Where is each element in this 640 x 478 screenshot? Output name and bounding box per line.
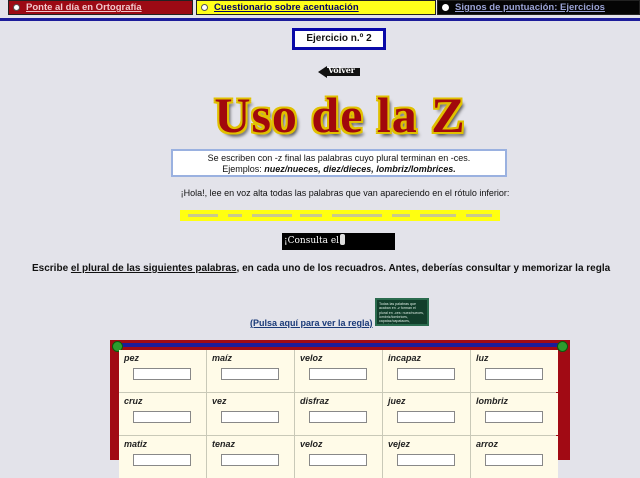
exercise-word: veloz [300, 439, 323, 449]
exercise-cell: incapaz [383, 350, 470, 392]
plural-answer-input[interactable] [397, 368, 455, 380]
exercise-grid: pez maíz veloz incapaz luz cruz vez disfraz juez… [119, 350, 558, 478]
radio-dot-icon [442, 4, 449, 11]
exercise-word: vez [212, 396, 227, 406]
nav-tab-puntuacion[interactable]: Signos de puntuación: Ejercicios [437, 0, 640, 15]
exercise-cell: arroz [471, 436, 558, 478]
plural-answer-input[interactable] [133, 368, 191, 380]
exercise-cell: veloz [295, 350, 382, 392]
exercise-cell: disfraz [295, 393, 382, 435]
consult-rule-button-label: ¡Consulta el [284, 236, 340, 246]
exercise-cell: veloz [295, 436, 382, 478]
exercise-number-label: Ejercicio n.º 2 [292, 28, 386, 50]
chalkboard-rule-image[interactable]: Todas las palabras que acaban en -z form… [375, 298, 429, 326]
exercise-word: veloz [300, 353, 323, 363]
exercise-word: tenaz [212, 439, 236, 449]
exercise-word: disfraz [300, 396, 330, 406]
task-instructions-part3: , en cada uno de los recuadros. Antes, d… [236, 263, 611, 274]
hand-icon [340, 234, 346, 245]
exercise-word: vejez [388, 439, 411, 449]
board-top-rail [122, 343, 558, 347]
plural-answer-input[interactable] [485, 368, 543, 380]
exercise-word: lombriz [476, 396, 509, 406]
plural-answer-input[interactable] [485, 411, 543, 423]
divider-line [0, 18, 640, 21]
plural-answer-input[interactable] [221, 411, 279, 423]
nav-tab-puntuacion-label[interactable]: Signos de puntuación: Ejercicios [455, 2, 605, 13]
exercise-board: pez maíz veloz incapaz luz cruz vez disfraz juez… [110, 340, 570, 478]
radio-dot-icon [13, 4, 20, 11]
chalkboard-text: Todas las palabras que acaban en -z form… [379, 302, 424, 326]
task-instructions: Escribe el plural de las siguientes pala… [32, 263, 640, 274]
rule-examples-line: Ejemplos: nuez/nueces, diez/dieces, lomb… [173, 164, 505, 175]
exercise-cell: juez [383, 393, 470, 435]
rule-examples-label: Ejemplos: [222, 164, 265, 174]
exercise-cell: lombriz [471, 393, 558, 435]
consult-rule-button[interactable]: ¡Consulta el [282, 233, 395, 250]
green-knob-icon [557, 341, 568, 352]
exercise-word: matiz [124, 439, 148, 449]
exercise-cell: maíz [207, 350, 294, 392]
nav-tab-acentuacion-label[interactable]: Cuestionario sobre acentuación [214, 2, 359, 13]
exercise-word: cruz [124, 396, 143, 406]
show-rule-link[interactable]: (Pulsa aquí para ver la regla) [250, 318, 373, 328]
top-navigation-bar: Ponte al día en Ortografía Cuestionario … [0, 0, 640, 17]
plural-answer-input[interactable] [309, 454, 367, 466]
exercise-word: arroz [476, 439, 499, 449]
plural-answer-input[interactable] [133, 411, 191, 423]
exercise-cell: tenaz [207, 436, 294, 478]
nav-tab-acentuacion[interactable]: Cuestionario sobre acentuación [196, 0, 436, 15]
instruction-text: ¡Hola!, lee en voz alta todas las palabr… [180, 188, 510, 198]
task-instructions-highlight: el plural de las siguientes palabras [70, 263, 237, 274]
exercise-cell: luz [471, 350, 558, 392]
exercise-word: incapaz [388, 353, 422, 363]
plural-answer-input[interactable] [485, 454, 543, 466]
exercise-cell: pez [119, 350, 206, 392]
back-button[interactable]: Volver [318, 65, 360, 79]
exercise-cell: vez [207, 393, 294, 435]
plural-answer-input[interactable] [309, 411, 367, 423]
plural-answer-input[interactable] [221, 368, 279, 380]
back-button-label: Volver [328, 65, 355, 75]
exercise-cell: vejez [383, 436, 470, 478]
plural-answer-input[interactable] [221, 454, 279, 466]
exercise-word: luz [476, 353, 489, 363]
exercise-word: pez [124, 353, 140, 363]
plural-answer-input[interactable] [397, 411, 455, 423]
exercise-word: juez [388, 396, 406, 406]
nav-tab-ortografia[interactable]: Ponte al día en Ortografía [8, 0, 193, 15]
nav-tab-ortografia-label[interactable]: Ponte al día en Ortografía [26, 2, 142, 13]
exercise-cell: cruz [119, 393, 206, 435]
plural-answer-input[interactable] [397, 454, 455, 466]
plural-answer-input[interactable] [133, 454, 191, 466]
rule-summary-text: Se escriben con -z final las palabras cu… [207, 153, 471, 163]
task-instructions-part1: Escribe [32, 263, 71, 274]
exercise-cell: matiz [119, 436, 206, 478]
rule-summary-box: Se escriben con -z final las palabras cu… [171, 149, 507, 177]
plural-answer-input[interactable] [309, 368, 367, 380]
scrolling-word-ticker [180, 210, 500, 221]
rule-examples: nuez/nueces, diez/dieces, lombriz/lombri… [264, 164, 456, 174]
page-title: Uso de la Z [214, 87, 466, 143]
exercise-word: maíz [212, 353, 233, 363]
radio-dot-icon [201, 4, 208, 11]
